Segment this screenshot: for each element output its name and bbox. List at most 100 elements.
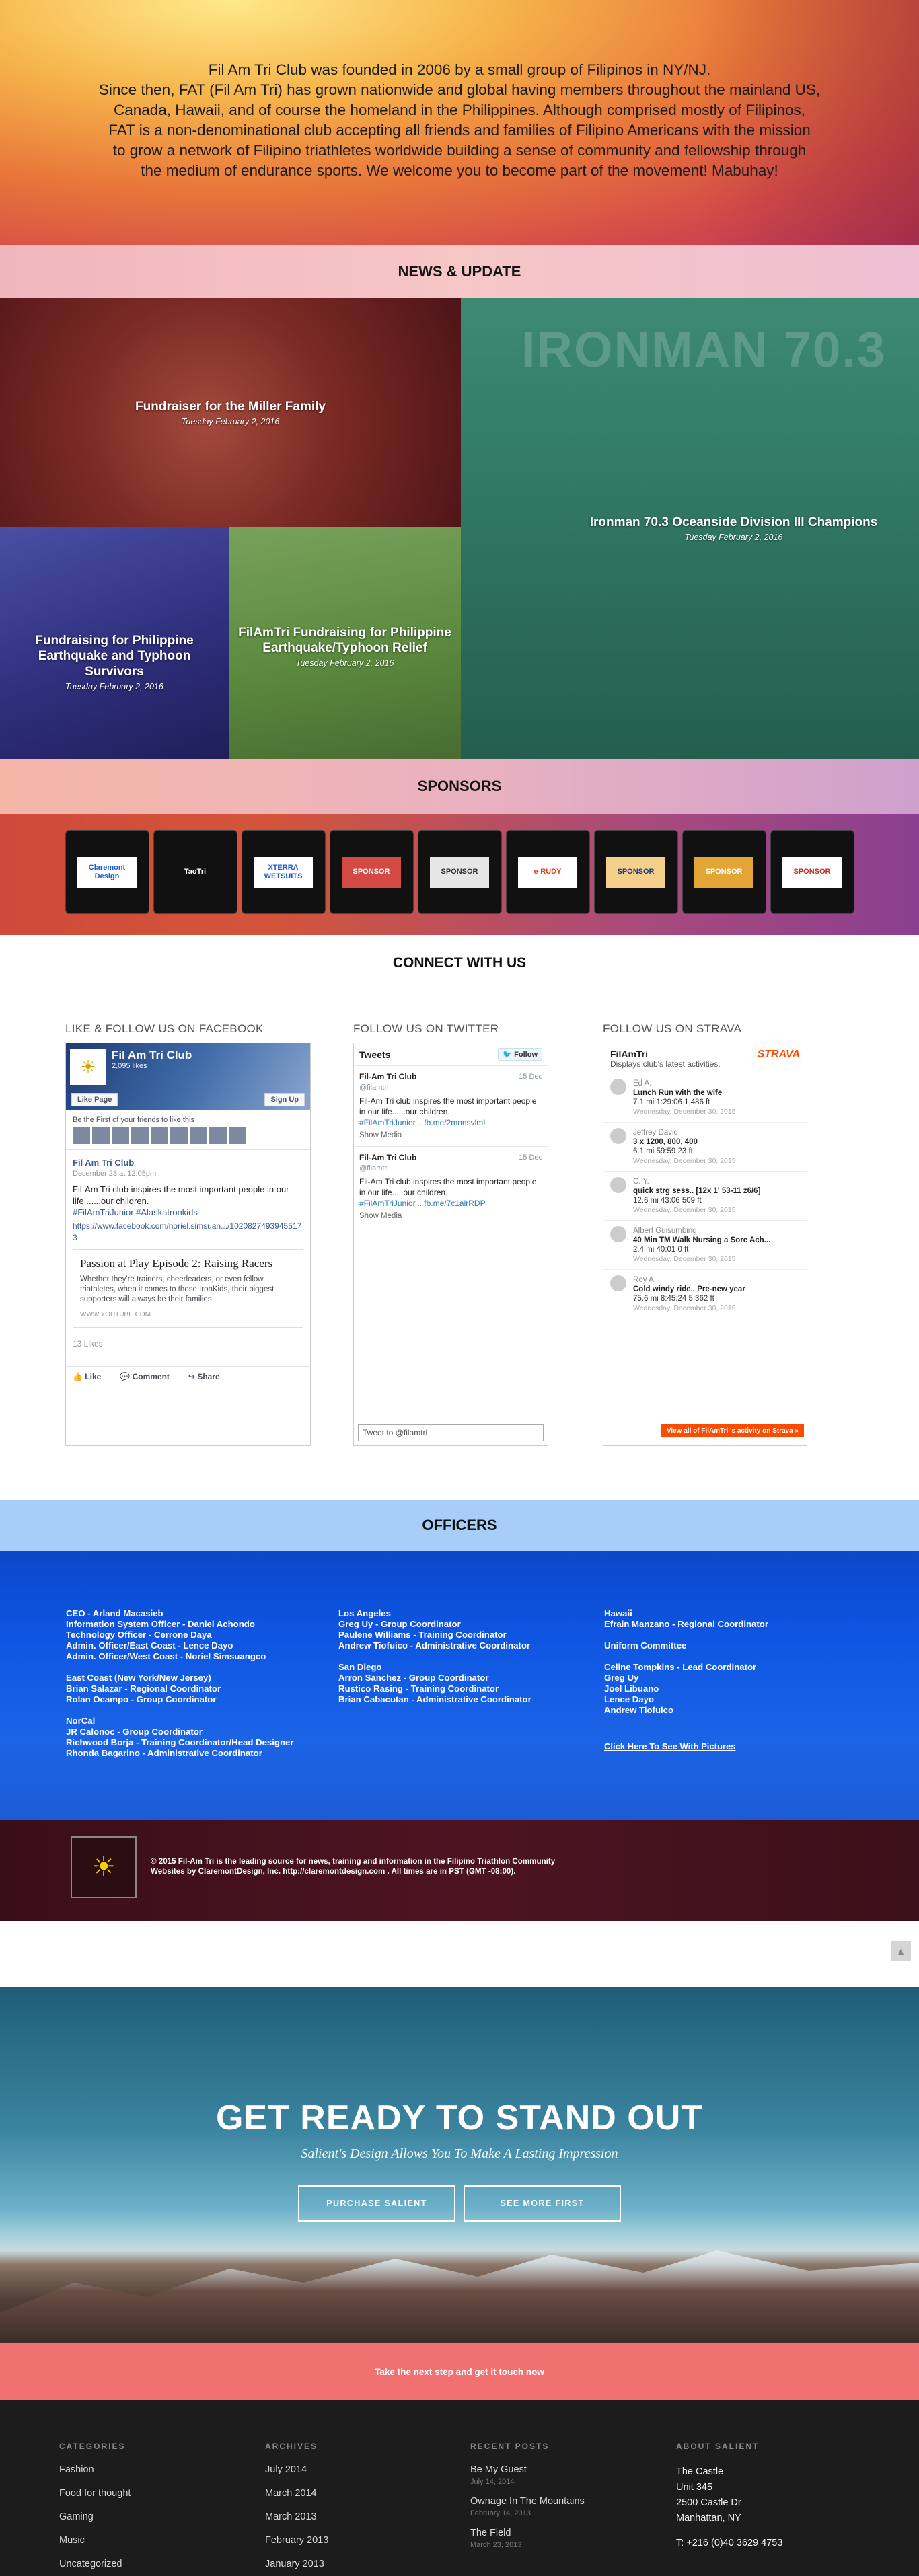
activity-title[interactable]: Cold windy ride.. Pre-new year: [633, 1285, 745, 1294]
sponsor-card[interactable]: XTERRA WETSUITS: [241, 830, 326, 914]
recent-post-link[interactable]: The Field: [470, 2528, 645, 2538]
athlete-name[interactable]: Albert Guisumbing: [633, 1226, 770, 1236]
tweet-input[interactable]: Tweet to @filamtri: [358, 1424, 544, 1441]
activity-title[interactable]: Lunch Run with the wife: [633, 1088, 736, 1098]
archive-link[interactable]: March 2013: [265, 2511, 440, 2522]
strava-view-all-button[interactable]: View all of FilAmTri 's activity on Stra…: [661, 1424, 804, 1437]
fb-post-tags[interactable]: #FilAmTriJunior #Alaskatronkids: [73, 1207, 303, 1218]
show-media-button[interactable]: Show Media: [359, 1211, 542, 1221]
phone-number[interactable]: T: +216 (0)40 3629 4753: [676, 2536, 851, 2551]
twitter-follow-button[interactable]: 🐦 Follow: [498, 1048, 542, 1061]
strava-activity[interactable]: Albert Guisumbing 40 Min TM Walk Nursing …: [603, 1220, 807, 1269]
avatar[interactable]: [151, 1127, 168, 1144]
tweet-handle[interactable]: @filamtri: [359, 1163, 542, 1174]
tweet-time[interactable]: 15 Dec: [519, 1071, 542, 1082]
recent-post-link[interactable]: Be My Guest: [470, 2464, 645, 2475]
fb-share-label: Share: [197, 1372, 220, 1381]
tweet-link[interactable]: #FilAmTriJunior... fb.me/7c1alrRDP: [359, 1198, 542, 1209]
avatar[interactable]: [131, 1127, 149, 1144]
tweet-handle[interactable]: @filamtri: [359, 1082, 542, 1093]
fb-sign-up-button[interactable]: Sign Up: [264, 1093, 305, 1106]
fb-post-link[interactable]: https://www.facebook.com/noriel.simsuan.…: [73, 1221, 303, 1244]
category-link[interactable]: Uncategorized: [59, 2559, 234, 2569]
strava-activity-body: Jeffrey David 3 x 1200, 800, 400 6.1 mi 59…: [633, 1128, 736, 1166]
athlete-name[interactable]: C. Y.: [633, 1177, 760, 1186]
sponsor-card[interactable]: SPONSOR: [593, 830, 678, 914]
news-tile-earthquake[interactable]: Fundraising for Philippine Earthquake an…: [0, 527, 229, 759]
sponsor-card[interactable]: SPONSOR: [770, 830, 854, 914]
archive-link[interactable]: July 2014: [265, 2464, 440, 2475]
avatar[interactable]: [610, 1079, 626, 1095]
club-logo-icon: ☀: [70, 1049, 106, 1085]
avatar[interactable]: [610, 1275, 626, 1291]
news-tile-relief[interactable]: FilAmTri Fundraising for Philippine Eart…: [229, 527, 461, 759]
avatar[interactable]: [170, 1127, 188, 1144]
strava-activity[interactable]: Roy A. Cold windy ride.. Pre-new year 75.6…: [603, 1269, 807, 1318]
club-logo-icon[interactable]: ☀: [71, 1836, 137, 1898]
news-tile-miller[interactable]: Fundraiser for the Miller Family Tuesday…: [0, 298, 461, 527]
sponsor-card[interactable]: TaoTri: [153, 830, 237, 914]
tweet-link[interactable]: #FilAmTriJunior... fb.me/2mnnsvlmI: [359, 1117, 542, 1128]
avatar[interactable]: [610, 1128, 626, 1144]
fb-like-button[interactable]: 👍 Like: [73, 1372, 101, 1381]
strava-logo[interactable]: STRAVA: [758, 1049, 800, 1061]
sponsor-card[interactable]: SPONSOR: [329, 830, 414, 914]
archive-link[interactable]: March 2014: [265, 2488, 440, 2499]
recent-posts-heading: RECENT POSTS: [470, 2441, 550, 2451]
avatar[interactable]: [112, 1127, 129, 1144]
show-media-button[interactable]: Show Media: [359, 1130, 542, 1141]
contact-cta-bar[interactable]: Take the next step and get it touch now: [0, 2343, 919, 2400]
fb-like-count[interactable]: 13 Likes: [73, 1338, 303, 1350]
archive-link[interactable]: February 2013: [265, 2535, 440, 2546]
avatar[interactable]: [73, 1127, 90, 1144]
tweet-author[interactable]: Fil-Am Tri Club: [359, 1071, 542, 1082]
see-more-first-button[interactable]: SEE MORE FIRST: [464, 2185, 621, 2222]
recent-post-link[interactable]: Ownage In The Mountains: [470, 2496, 645, 2507]
tweet-time[interactable]: 15 Dec: [519, 1152, 542, 1163]
fb-page-title[interactable]: Fil Am Tri Club: [112, 1049, 192, 1062]
fb-comment-button[interactable]: 💬 Comment: [120, 1372, 170, 1381]
tweet[interactable]: 15 Dec Fil-Am Tri Club @filamtri Fil-Am …: [354, 1147, 548, 1227]
tweet[interactable]: 15 Dec Fil-Am Tri Club @filamtri Fil-Am …: [354, 1066, 548, 1147]
sponsor-card[interactable]: SPONSOR: [417, 830, 502, 914]
avatar[interactable]: [610, 1177, 626, 1193]
news-tile-ironman[interactable]: IRONMAN 70.3 Ironman 70.3 Oceanside Divi…: [461, 298, 919, 759]
scroll-to-top-icon[interactable]: ▲: [891, 1941, 911, 1961]
sponsor-card[interactable]: Claremont Design: [65, 830, 149, 914]
avatar[interactable]: [229, 1127, 246, 1144]
tweet-author[interactable]: Fil-Am Tri Club: [359, 1152, 542, 1163]
avatar[interactable]: [190, 1127, 207, 1144]
address-line: Unit 345: [676, 2482, 713, 2493]
archives-heading: ARCHIVES: [265, 2441, 318, 2451]
purchase-salient-button[interactable]: PURCHASE SALIENT: [298, 2185, 455, 2222]
twitter-widget: Tweets 🐦 Follow 15 Dec Fil-Am Tri Club @…: [353, 1043, 548, 1446]
news-grid: Fundraiser for the Miller Family Tuesday…: [0, 298, 919, 759]
avatar[interactable]: [610, 1226, 626, 1242]
category-link[interactable]: Music: [59, 2535, 234, 2546]
archive-link[interactable]: January 2013: [265, 2559, 440, 2569]
activity-title[interactable]: 40 Min TM Walk Nursing a Sore Ach...: [633, 1236, 770, 1245]
activity-title[interactable]: 3 x 1200, 800, 400: [633, 1137, 736, 1147]
fb-poster[interactable]: Fil Am Tri Club: [73, 1157, 303, 1168]
strava-activity[interactable]: Ed A. Lunch Run with the wife 7.1 mi 1:29:…: [603, 1073, 807, 1122]
fb-link-card[interactable]: Passion at Play Episode 2: Raising Racer…: [73, 1249, 303, 1328]
fb-share-button[interactable]: ↪ Share: [188, 1372, 220, 1381]
activity-title[interactable]: quick strg sess.. [12x 1' 53-11 z6/6]: [633, 1186, 760, 1196]
officer-spacer: [604, 1630, 768, 1640]
athlete-name[interactable]: Roy A.: [633, 1275, 745, 1285]
sponsor-logo: SPONSOR: [342, 856, 401, 888]
athlete-name[interactable]: Jeffrey David: [633, 1128, 736, 1137]
category-link[interactable]: Fashion: [59, 2464, 234, 2475]
fb-like-page-button[interactable]: Like Page: [71, 1093, 118, 1106]
avatar[interactable]: [92, 1127, 110, 1144]
fb-post-date[interactable]: December 23 at 12:05pm: [73, 1168, 303, 1180]
sponsor-card[interactable]: SPONSOR: [682, 830, 766, 914]
strava-activity[interactable]: C. Y. quick strg sess.. [12x 1' 53-11 z6/…: [603, 1171, 807, 1220]
avatar[interactable]: [209, 1127, 227, 1144]
category-link[interactable]: Gaming: [59, 2511, 234, 2522]
officers-pictures-link[interactable]: Click Here To See With Pictures: [604, 1741, 735, 1752]
sponsor-card[interactable]: e-RUDY: [505, 830, 590, 914]
athlete-name[interactable]: Ed A.: [633, 1079, 736, 1088]
category-link[interactable]: Food for thought: [59, 2488, 234, 2499]
strava-activity[interactable]: Jeffrey David 3 x 1200, 800, 400 6.1 mi 59…: [603, 1122, 807, 1171]
